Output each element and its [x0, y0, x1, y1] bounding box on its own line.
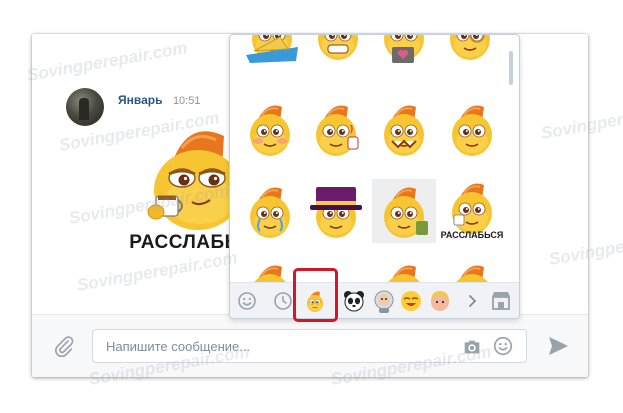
input-placeholder: Напишите сообщение... — [106, 339, 251, 354]
sticker-monocle[interactable] — [438, 34, 502, 65]
sticker-top-hat[interactable] — [304, 179, 368, 243]
message-input[interactable]: Напишите сообщение... — [92, 329, 527, 363]
sticker-panel: РАССЛАБЬСЯ — [229, 34, 520, 319]
panda-pack-tab[interactable] — [341, 288, 367, 314]
scrollbar[interactable] — [509, 51, 513, 85]
composer: Напишите сообщение... — [32, 314, 588, 377]
sticker-thinking[interactable] — [372, 179, 436, 243]
sticker-caption-small: РАССЛАБЬСЯ — [441, 230, 504, 239]
avatar[interactable] — [66, 88, 104, 126]
camera-icon[interactable] — [461, 336, 483, 358]
sticker-skeptical[interactable] — [440, 97, 504, 161]
send-icon[interactable] — [546, 335, 570, 357]
smile-tab-icon[interactable] — [234, 288, 260, 314]
selected-pack-highlight — [293, 268, 338, 322]
scroll-right-icon[interactable] — [466, 288, 480, 314]
emoji-face-pack-tab[interactable] — [398, 288, 424, 314]
smile-icon[interactable] — [492, 335, 514, 357]
sticker-coffee-hot[interactable] — [304, 97, 368, 161]
message-header: Январь 10:51 — [118, 91, 200, 109]
sticker-teeth[interactable] — [306, 34, 370, 65]
sticker-heart-card[interactable] — [372, 34, 436, 65]
sticker-shy[interactable] — [238, 97, 302, 161]
sticker-angry-teeth[interactable] — [372, 97, 436, 161]
author-name[interactable]: Январь — [118, 93, 162, 107]
sticker-tabs — [230, 282, 519, 318]
blonde-girl-pack-tab[interactable] — [427, 288, 453, 314]
message-time: 10:51 — [172, 95, 201, 107]
paperclip-icon[interactable] — [53, 335, 75, 357]
sticker-relax[interactable]: РАССЛАБЬСЯ — [440, 175, 504, 239]
sticker-crying[interactable] — [238, 179, 302, 243]
sticker-cheese[interactable] — [240, 34, 304, 65]
astronaut-pack-tab[interactable] — [371, 288, 397, 314]
sticker-store-icon[interactable] — [488, 288, 514, 314]
